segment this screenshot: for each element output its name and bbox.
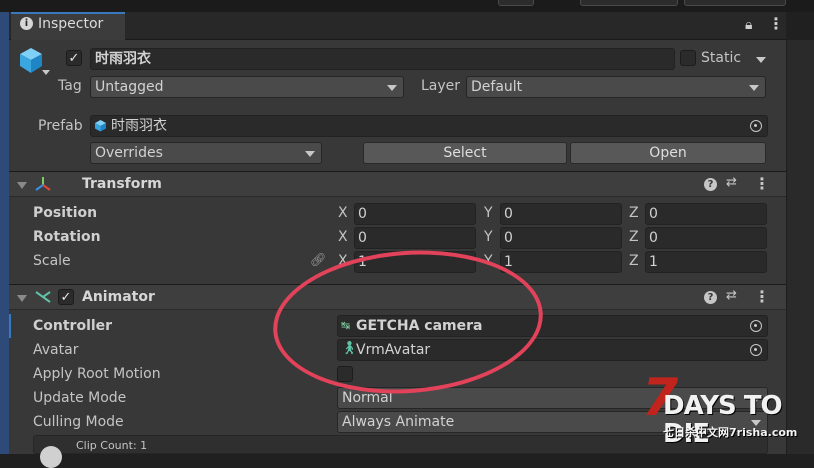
tag-value: Untagged <box>95 79 164 95</box>
open-button[interactable]: Open <box>570 142 766 164</box>
position-label: Position <box>33 205 98 221</box>
modified-indicator <box>9 314 13 338</box>
tag-label: Tag <box>58 78 82 94</box>
overrides-label: Overrides <box>95 145 163 161</box>
lock-icon[interactable]: 🔒︎ <box>745 17 752 33</box>
position-z-label[interactable]: Z <box>629 205 639 221</box>
scale-label: Scale <box>33 253 71 269</box>
prefab-field[interactable]: 时雨羽衣 <box>90 115 768 137</box>
info-box-icon <box>40 446 62 468</box>
active-checkbox[interactable]: ✓ <box>66 50 82 66</box>
static-label: Static <box>701 50 742 66</box>
scene-view-edge <box>0 12 9 454</box>
prefab-label: Prefab <box>38 118 83 134</box>
fold-arrow-icon[interactable] <box>17 182 27 189</box>
scale-z-field[interactable]: 1 <box>645 251 767 273</box>
toolbar-button[interactable] <box>498 0 534 6</box>
layer-value: Default <box>471 79 523 95</box>
static-dropdown-arrow[interactable] <box>756 57 766 63</box>
component-menu-icon[interactable]: ⋮ <box>754 174 770 193</box>
rotation-z-label[interactable]: Z <box>629 229 639 245</box>
position-x-label[interactable]: X <box>338 205 348 221</box>
culling-mode-value: Always Animate <box>342 414 455 430</box>
position-z-field[interactable]: 0 <box>645 203 767 225</box>
static-checkbox[interactable] <box>680 50 696 66</box>
constrain-proportions-icon[interactable]: 🔗︎ <box>310 253 327 268</box>
rotation-y-label[interactable]: Y <box>484 229 493 245</box>
rotation-z-field[interactable]: 0 <box>645 227 767 249</box>
transform-title: Transform <box>82 176 162 192</box>
toolbar-dropdown[interactable] <box>580 0 678 6</box>
tag-dropdown[interactable]: Untagged <box>90 76 404 98</box>
icon-dropdown-arrow[interactable] <box>42 70 50 75</box>
prefab-cube-icon <box>94 119 107 132</box>
animator-enabled-checkbox[interactable]: ✓ <box>58 289 74 305</box>
scale-y-field[interactable]: 1 <box>500 251 622 273</box>
presets-icon[interactable]: ⇄ <box>726 175 737 190</box>
chevron-down-icon <box>387 85 397 91</box>
fold-arrow-icon[interactable] <box>17 295 27 302</box>
rotation-x-label[interactable]: X <box>338 229 348 245</box>
chevron-down-icon <box>749 85 759 91</box>
layer-label: Layer <box>421 78 461 94</box>
update-mode-label: Update Mode <box>33 390 127 406</box>
help-icon[interactable]: ? <box>704 178 717 191</box>
watermark-subtitle: 七日杀中文网7risha.com <box>663 426 798 439</box>
gameobject-name-field[interactable]: 时雨羽衣 <box>90 48 675 70</box>
help-icon[interactable]: ? <box>704 291 717 304</box>
transform-icon <box>34 175 52 193</box>
overrides-dropdown[interactable]: Overrides <box>90 142 322 164</box>
position-y-field[interactable]: 0 <box>500 203 622 225</box>
presets-icon[interactable]: ⇄ <box>726 288 737 303</box>
controller-label: Controller <box>33 318 113 334</box>
top-toolbar-strip <box>0 0 814 12</box>
scale-z-label[interactable]: Z <box>629 253 639 269</box>
object-picker-icon[interactable] <box>750 320 762 332</box>
gameobject-cube-icon[interactable] <box>17 46 45 74</box>
rotation-label: Rotation <box>33 229 101 245</box>
avatar-label: Avatar <box>33 342 79 358</box>
rotation-x-field[interactable]: 0 <box>354 227 476 249</box>
object-picker-icon[interactable] <box>750 120 762 132</box>
object-picker-icon[interactable] <box>750 344 762 356</box>
clip-count-text: Clip Count: 1 <box>76 439 148 452</box>
layer-dropdown[interactable]: Default <box>466 76 766 98</box>
select-button[interactable]: Select <box>363 142 567 164</box>
more-menu-icon[interactable]: ⋮ <box>768 14 784 33</box>
culling-mode-label: Culling Mode <box>33 414 124 430</box>
chevron-down-icon <box>305 151 315 157</box>
toolbar-dropdown[interactable] <box>684 0 786 6</box>
tab-inspector-label: Inspector <box>38 16 104 32</box>
tab-bar <box>9 12 786 40</box>
info-icon: i <box>20 17 33 30</box>
prefab-value: 时雨羽衣 <box>111 118 167 134</box>
component-menu-icon[interactable]: ⋮ <box>754 287 770 306</box>
animator-title: Animator <box>82 289 155 305</box>
position-x-field[interactable]: 0 <box>354 203 476 225</box>
apply-root-motion-label: Apply Root Motion <box>33 366 161 382</box>
position-y-label[interactable]: Y <box>484 205 493 221</box>
rotation-y-field[interactable]: 0 <box>500 227 622 249</box>
animator-icon <box>34 288 52 306</box>
